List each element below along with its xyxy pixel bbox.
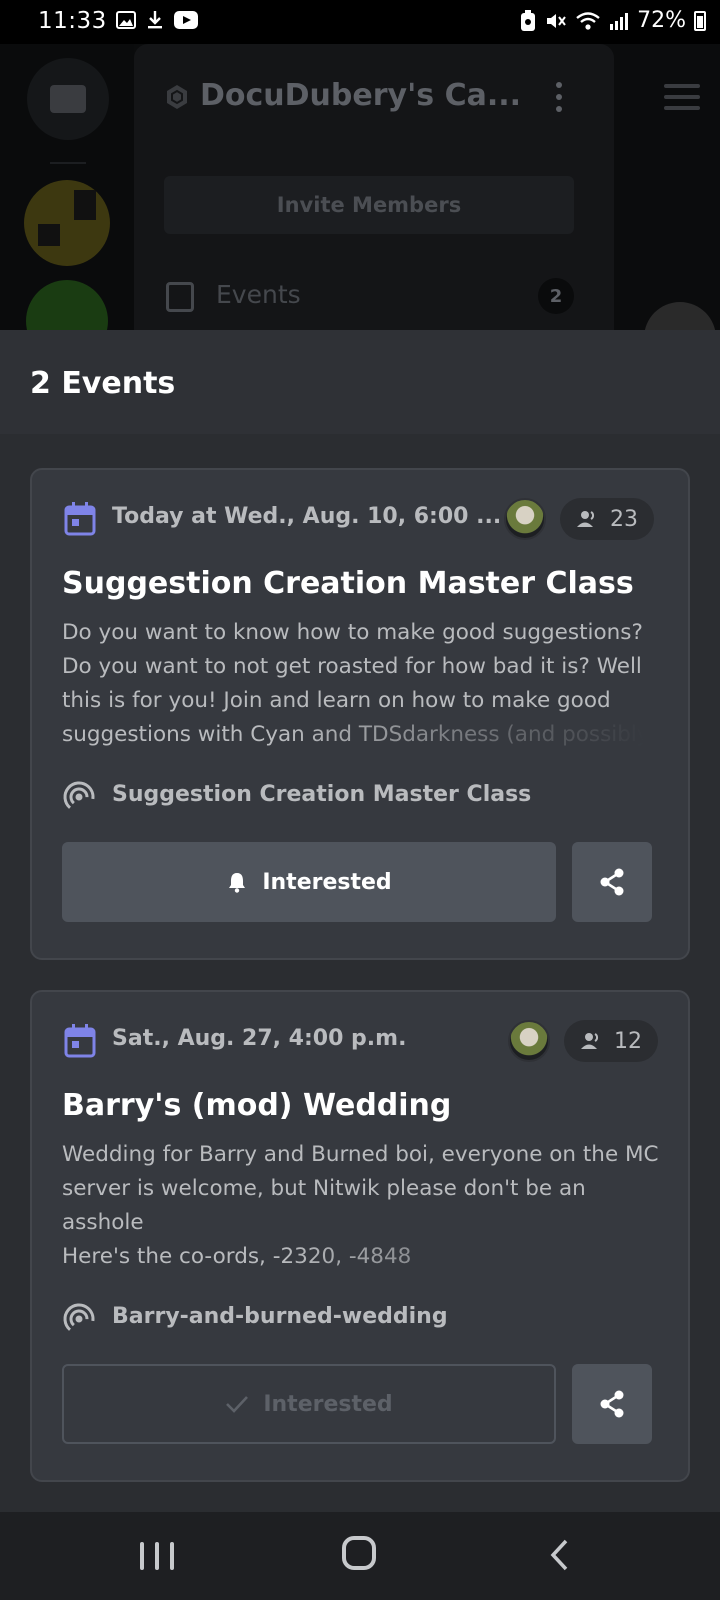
- event-card[interactable]: Sat., Aug. 27, 4:00 p.m. 12 Barry's (mod…: [30, 990, 690, 1482]
- server-icon-other[interactable]: [26, 280, 108, 330]
- events-label: Events: [216, 280, 301, 309]
- events-count-badge: 2: [538, 278, 574, 314]
- event-description: Wedding for Barry and Burned boi, everyo…: [62, 1138, 662, 1268]
- event-date: Sat., Aug. 27, 4:00 p.m.: [112, 1026, 407, 1051]
- interested-button[interactable]: Interested: [62, 842, 556, 922]
- youtube-icon: [174, 11, 198, 29]
- more-options-icon[interactable]: [556, 82, 562, 118]
- interested-button[interactable]: Interested: [62, 1364, 556, 1444]
- event-title: Suggestion Creation Master Class: [62, 566, 634, 601]
- creator-avatar[interactable]: [504, 498, 546, 540]
- event-description-line: Here's the co-ords, -2320, -4848: [62, 1244, 412, 1268]
- events-row[interactable]: Events 2: [164, 278, 574, 318]
- sheet-title: 2 Events: [30, 366, 176, 401]
- event-location: Suggestion Creation Master Class: [112, 782, 532, 807]
- mute-icon: [547, 13, 566, 28]
- interested-label: Interested: [263, 1391, 393, 1417]
- interested-count-pill: 12: [564, 1020, 658, 1062]
- invite-members-button[interactable]: Invite Members: [164, 176, 574, 234]
- signal-icon: [610, 12, 629, 30]
- member-avatar: [644, 302, 716, 330]
- calendar-icon: [166, 282, 194, 312]
- interested-count-pill: 23: [560, 498, 654, 540]
- share-button[interactable]: [572, 1364, 652, 1444]
- wifi-icon: [576, 11, 600, 30]
- people-icon: [577, 511, 595, 527]
- status-bar: 11:33 72%: [0, 0, 720, 44]
- back-button[interactable]: [548, 1538, 572, 1572]
- server-title[interactable]: DocuDubery's Ca...: [200, 78, 521, 113]
- server-icon-docudubery[interactable]: [24, 180, 110, 266]
- share-button[interactable]: [572, 842, 652, 922]
- event-card[interactable]: Today at Wed., Aug. 10, 6:00 ... 23 Sugg…: [30, 468, 690, 960]
- system-nav-bar: [0, 1512, 720, 1600]
- server-boost-icon: [167, 85, 187, 109]
- status-time: 11:33: [38, 8, 107, 34]
- checkmark-icon: [226, 1396, 249, 1413]
- stage-channel-icon: [63, 781, 95, 813]
- stage-channel-icon: [63, 1303, 95, 1335]
- direct-messages-button[interactable]: [27, 58, 109, 140]
- event-description-line: Wedding for Barry and Burned boi, everyo…: [62, 1142, 659, 1235]
- share-icon: [600, 1390, 624, 1418]
- status-right: 72%: [519, 8, 706, 33]
- interested-count: 23: [610, 506, 638, 532]
- battery-percent: 72%: [637, 8, 686, 33]
- events-sheet: 2 Events Today at Wed., Aug. 10, 6:00 ..…: [0, 330, 720, 1512]
- data-saver-icon: [521, 9, 536, 31]
- background-app: DocuDubery's Ca... Invite Members Events…: [0, 44, 720, 330]
- calendar-icon: [64, 502, 96, 536]
- bell-icon: [229, 873, 246, 893]
- download-icon: [148, 11, 162, 29]
- interested-count: 12: [614, 1028, 642, 1054]
- battery-icon: [694, 10, 706, 31]
- people-icon: [581, 1033, 599, 1049]
- rail-divider: [50, 162, 86, 164]
- events-list: Today at Wed., Aug. 10, 6:00 ... 23 Sugg…: [0, 434, 720, 1512]
- server-rail: [0, 44, 134, 330]
- recent-apps-button[interactable]: [140, 1542, 174, 1570]
- event-date: Today at Wed., Aug. 10, 6:00 ...: [112, 504, 502, 529]
- event-location: Barry-and-burned-wedding: [112, 1304, 448, 1329]
- calendar-icon: [64, 1024, 96, 1058]
- channel-panel: DocuDubery's Ca... Invite Members Events…: [134, 44, 614, 330]
- chat-bubble-icon: [50, 85, 86, 113]
- interested-label: Interested: [262, 869, 392, 895]
- event-title: Barry's (mod) Wedding: [62, 1088, 452, 1123]
- home-button[interactable]: [342, 1536, 376, 1570]
- event-description: Do you want to know how to make good sug…: [62, 616, 662, 746]
- sheet-header: 2 Events: [0, 330, 720, 434]
- status-left-icons: [116, 10, 198, 30]
- share-icon: [600, 868, 624, 896]
- member-list-menu-icon[interactable]: [664, 84, 700, 117]
- gallery-icon: [116, 11, 136, 29]
- creator-avatar[interactable]: [508, 1020, 550, 1062]
